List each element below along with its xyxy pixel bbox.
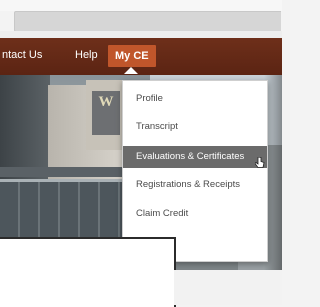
- page-background: [174, 270, 282, 305]
- menu-item-label: Evaluations & Certificates: [136, 151, 245, 162]
- browser-top-strip: [0, 0, 282, 11]
- menu-item-profile[interactable]: Profile: [123, 88, 267, 110]
- building-sign: W: [92, 91, 120, 135]
- menu-item-transcript[interactable]: Transcript: [123, 116, 267, 138]
- photo-canopy: [0, 167, 130, 177]
- nav-my-ce[interactable]: My CE: [108, 45, 156, 67]
- menu-item-claim-credit[interactable]: Claim Credit: [123, 203, 267, 225]
- menu-item-evaluations-certificates[interactable]: Evaluations & Certificates: [123, 146, 267, 168]
- menu-item-registrations-receipts[interactable]: Registrations & Receipts: [123, 174, 267, 196]
- toolbar-gap: [0, 31, 282, 38]
- dropdown-caret: [124, 67, 138, 74]
- nav-contact-us[interactable]: ntact Us: [2, 49, 42, 61]
- content-panel: [0, 237, 176, 307]
- address-bar[interactable]: [14, 11, 281, 32]
- nav-help[interactable]: Help: [75, 49, 98, 61]
- main-navbar: ntact Us Help My CE: [0, 38, 282, 75]
- my-ce-dropdown-menu: Profile Transcript Evaluations & Certifi…: [122, 80, 268, 262]
- pointer-cursor-icon: [255, 157, 265, 168]
